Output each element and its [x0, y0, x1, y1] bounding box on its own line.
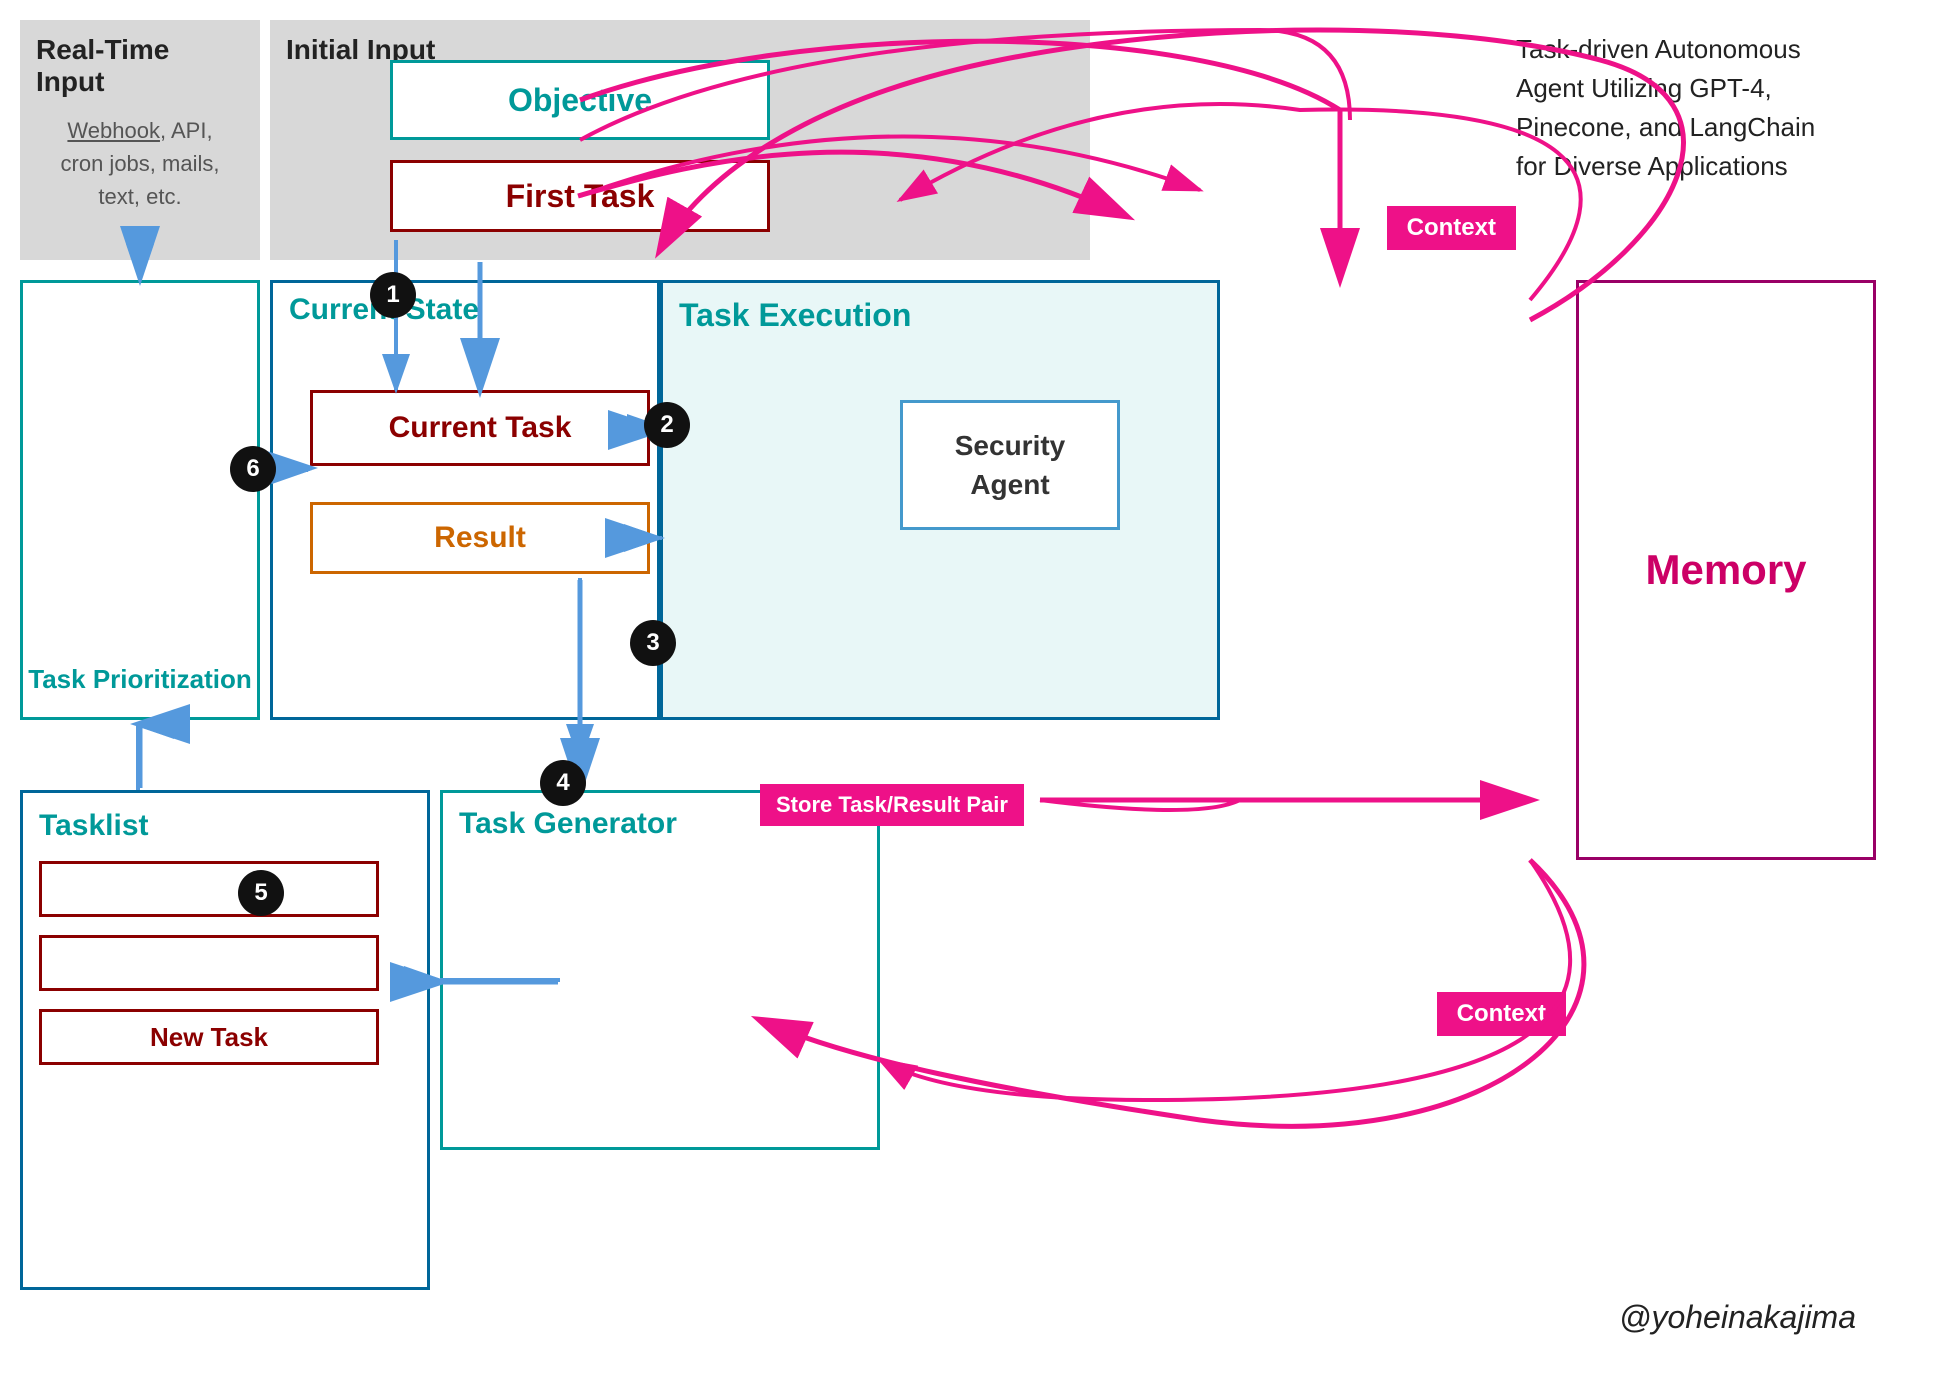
- diagram-container: Real-Time Input Webhook, API,cron jobs, …: [0, 0, 1936, 1376]
- context-bottom-label: Context: [1437, 992, 1566, 1036]
- step-1-circle: 1: [370, 272, 416, 318]
- tasklist-title: Tasklist: [39, 809, 411, 843]
- security-agent-box: SecurityAgent: [900, 400, 1120, 530]
- signature: @yoheinakajima: [1619, 1299, 1856, 1336]
- task-item-2: [39, 935, 379, 991]
- objective-text: Objective: [508, 82, 652, 119]
- description-text: Task-driven AutonomousAgent Utilizing GP…: [1516, 30, 1876, 186]
- step-5-circle: 5: [238, 870, 284, 916]
- task-item-1: [39, 861, 379, 917]
- first-task-box: First Task: [390, 160, 770, 232]
- context-top-label: Context: [1387, 206, 1516, 250]
- result-text: Result: [434, 521, 526, 555]
- step-3-circle: 3: [630, 620, 676, 666]
- real-time-input-title: Real-Time Input: [20, 20, 260, 102]
- task-item-new-text: New Task: [150, 1022, 268, 1053]
- memory-text: Memory: [1645, 546, 1806, 594]
- task-prioritization-box: Task Prioritization: [20, 280, 260, 720]
- current-state-label: Current State: [273, 283, 657, 337]
- tasklist-box: Tasklist New Task: [20, 790, 430, 1290]
- step-6-circle: 6: [230, 446, 276, 492]
- step-4-circle: 4: [540, 760, 586, 806]
- step-2-circle: 2: [644, 402, 690, 448]
- task-execution-title: Task Execution: [663, 283, 1217, 334]
- task-generator-box: Task Generator: [440, 790, 880, 1150]
- first-task-text: First Task: [506, 178, 655, 215]
- real-time-input-content: Webhook, API,cron jobs, mails,text, etc.: [20, 102, 260, 225]
- task-prioritization-text: Task Prioritization: [28, 663, 251, 697]
- task-item-new: New Task: [39, 1009, 379, 1065]
- real-time-input-box: Real-Time Input Webhook, API,cron jobs, …: [20, 20, 260, 260]
- objective-box: Objective: [390, 60, 770, 140]
- current-task-text: Current Task: [389, 411, 572, 445]
- store-task-label: Store Task/Result Pair: [760, 784, 1024, 826]
- memory-box: Memory: [1576, 280, 1876, 860]
- current-state-area: Current State: [270, 280, 660, 720]
- current-task-box: Current Task: [310, 390, 650, 466]
- security-agent-text: SecurityAgent: [955, 426, 1066, 504]
- webhook-link: Webhook: [67, 118, 160, 143]
- result-box: Result: [310, 502, 650, 574]
